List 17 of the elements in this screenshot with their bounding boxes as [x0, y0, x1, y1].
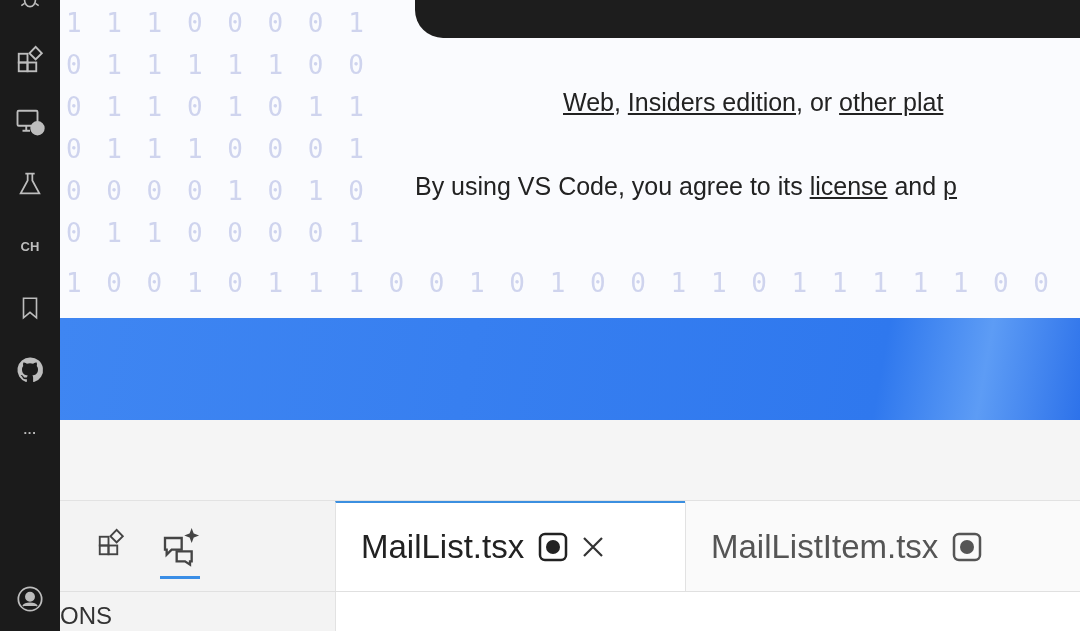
close-icon[interactable]	[582, 536, 605, 558]
welcome-text: and	[893, 172, 938, 200]
welcome-text: , or	[796, 88, 834, 116]
link[interactable]: Web	[563, 88, 614, 116]
link[interactable]: Insiders edition	[627, 88, 796, 116]
chat-sparkle-icon[interactable]	[160, 527, 200, 579]
link[interactable]: p	[943, 172, 957, 200]
activity-bar-item[interactable]: CH	[12, 228, 48, 264]
sidebar-header: ONS	[60, 602, 112, 629]
welcome-text: By using VS Code, you agree to its	[415, 172, 804, 200]
editor-tab[interactable]: MailList.tsx	[335, 501, 685, 591]
link[interactable]: license	[809, 172, 888, 200]
welcome-text: ,	[613, 88, 622, 116]
account-icon[interactable]	[16, 585, 44, 613]
link[interactable]: other plat	[839, 88, 944, 116]
editor-tab[interactable]: MailListItem.tsx	[685, 501, 1080, 591]
activity-bar-item[interactable]: ···	[12, 414, 48, 450]
